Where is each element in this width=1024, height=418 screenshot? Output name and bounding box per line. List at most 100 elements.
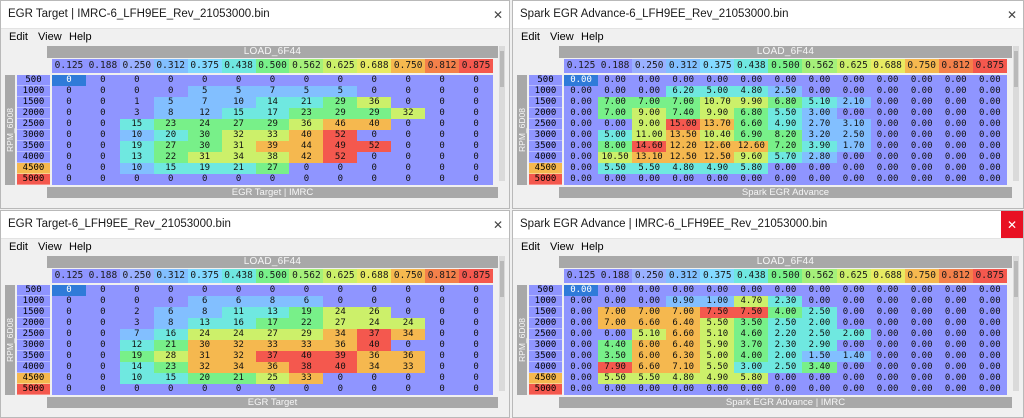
table-cell[interactable]: 0 bbox=[391, 174, 426, 185]
table-cell[interactable]: 39 bbox=[255, 141, 290, 152]
table-cell[interactable]: 0.00 bbox=[836, 75, 871, 86]
table-cell[interactable]: 0 bbox=[85, 163, 120, 174]
table-cell[interactable]: 9.00 bbox=[632, 119, 667, 130]
table-cell[interactable]: 5.50 bbox=[768, 108, 803, 119]
table-cell[interactable]: 0.00 bbox=[938, 307, 973, 318]
table-cell[interactable]: 5.50 bbox=[632, 163, 667, 174]
table-cell[interactable]: 0 bbox=[425, 351, 460, 362]
table-cell[interactable]: 0 bbox=[255, 174, 290, 185]
table-cell[interactable]: 5.00 bbox=[700, 351, 735, 362]
table-cell[interactable]: 0.00 bbox=[904, 130, 939, 141]
y-axis-cell[interactable]: 1000 bbox=[17, 86, 50, 97]
table-cell[interactable]: 1.00 bbox=[700, 296, 735, 307]
table-cell[interactable]: 0 bbox=[85, 141, 120, 152]
x-axis-cell[interactable]: 0.375 bbox=[187, 269, 222, 283]
table-cell[interactable]: 52 bbox=[323, 130, 358, 141]
table-cell[interactable]: 0 bbox=[391, 97, 426, 108]
table-cell[interactable]: 0 bbox=[85, 340, 120, 351]
table-cell[interactable]: 0.00 bbox=[870, 75, 905, 86]
x-axis-cell[interactable]: 0.562 bbox=[289, 59, 324, 73]
y-axis-cell[interactable]: 4500 bbox=[17, 373, 50, 384]
table-cell[interactable]: 0.00 bbox=[836, 373, 871, 384]
table-cell[interactable]: 0 bbox=[119, 285, 154, 296]
y-axis-cell[interactable]: 1500 bbox=[529, 97, 562, 108]
y-axis-cell[interactable]: 4500 bbox=[529, 163, 562, 174]
table-cell[interactable]: 5.50 bbox=[700, 362, 735, 373]
table-cell[interactable]: 0.00 bbox=[972, 362, 1007, 373]
table-cell[interactable]: 0 bbox=[459, 97, 493, 108]
x-axis-cell[interactable]: 0.625 bbox=[836, 59, 871, 73]
table-cell[interactable]: 33 bbox=[289, 340, 324, 351]
table-cell[interactable]: 0.00 bbox=[904, 329, 939, 340]
table-cell[interactable]: 0 bbox=[459, 174, 493, 185]
scrollbar[interactable] bbox=[1013, 46, 1019, 181]
table-cell[interactable]: 0.00 bbox=[870, 318, 905, 329]
table-cell[interactable]: 0 bbox=[459, 296, 493, 307]
table-cell[interactable]: 0.00 bbox=[836, 384, 871, 395]
x-axis-cell[interactable]: 0.750 bbox=[391, 269, 426, 283]
x-axis-cell[interactable]: 0.500 bbox=[768, 59, 803, 73]
y-axis-cell[interactable]: 3000 bbox=[17, 340, 50, 351]
table-cell[interactable]: 0.00 bbox=[870, 86, 905, 97]
table-cell[interactable]: 0.00 bbox=[938, 86, 973, 97]
table-cell[interactable]: 0 bbox=[425, 307, 460, 318]
table-cell[interactable]: 0 bbox=[221, 174, 256, 185]
table-cell[interactable]: 12 bbox=[119, 340, 154, 351]
table-cell[interactable]: 16 bbox=[153, 329, 188, 340]
table-cell[interactable]: 0 bbox=[85, 97, 120, 108]
table-cell[interactable]: 2.30 bbox=[768, 340, 803, 351]
x-axis-cell[interactable]: 0.562 bbox=[802, 269, 837, 283]
table-cell[interactable]: 7 bbox=[255, 86, 290, 97]
x-axis-cell[interactable]: 0.562 bbox=[802, 59, 837, 73]
table-cell[interactable]: 0.00 bbox=[904, 307, 939, 318]
table-cell[interactable]: 19 bbox=[289, 307, 324, 318]
table-cell[interactable]: 13.70 bbox=[700, 119, 735, 130]
table-cell[interactable]: 0 bbox=[391, 152, 426, 163]
table-cell[interactable]: 0 bbox=[425, 384, 460, 395]
table-cell[interactable]: 6.40 bbox=[666, 340, 701, 351]
table-cell[interactable]: 0.00 bbox=[972, 307, 1007, 318]
table-cell[interactable]: 0.00 bbox=[632, 384, 667, 395]
table-cell[interactable]: 4.90 bbox=[768, 119, 803, 130]
table-cell[interactable]: 5.10 bbox=[632, 329, 667, 340]
table-cell[interactable]: 0 bbox=[425, 119, 460, 130]
scrollbar[interactable] bbox=[499, 256, 505, 391]
table-cell[interactable]: 10.70 bbox=[700, 97, 735, 108]
x-axis-cell[interactable]: 0.562 bbox=[289, 269, 324, 283]
table-cell[interactable]: 0.00 bbox=[938, 362, 973, 373]
table-cell[interactable]: 5 bbox=[323, 86, 358, 97]
x-axis-cell[interactable]: 0.312 bbox=[153, 269, 188, 283]
y-axis-cell[interactable]: 5000 bbox=[529, 174, 562, 185]
table-cell[interactable]: 2.50 bbox=[768, 86, 803, 97]
table-cell[interactable]: 6 bbox=[153, 307, 188, 318]
table-cell[interactable]: 0.00 bbox=[564, 307, 599, 318]
table-cell[interactable]: 0 bbox=[85, 362, 120, 373]
table-cell[interactable]: 0.00 bbox=[598, 384, 633, 395]
table-cell[interactable]: 0 bbox=[221, 384, 256, 395]
table-cell[interactable]: 0.00 bbox=[870, 296, 905, 307]
table-cell[interactable]: 38 bbox=[289, 362, 324, 373]
table-cell[interactable]: 5.50 bbox=[598, 373, 633, 384]
table-cell[interactable]: 0 bbox=[425, 108, 460, 119]
table-cell[interactable]: 0.00 bbox=[564, 108, 599, 119]
table-cell[interactable]: 28 bbox=[153, 351, 188, 362]
table-cell[interactable]: 0 bbox=[52, 373, 86, 384]
table-cell[interactable]: 13.10 bbox=[632, 152, 667, 163]
table-cell[interactable]: 0.00 bbox=[802, 75, 837, 86]
table-cell[interactable]: 0 bbox=[425, 152, 460, 163]
table-cell[interactable]: 0 bbox=[153, 75, 188, 86]
table-cell[interactable]: 3.00 bbox=[802, 108, 837, 119]
table-cell[interactable]: 0 bbox=[391, 373, 426, 384]
table-cell[interactable]: 0.00 bbox=[904, 152, 939, 163]
table-cell[interactable]: 0 bbox=[119, 296, 154, 307]
table-cell[interactable]: 0 bbox=[391, 340, 426, 351]
table-cell[interactable]: 6.60 bbox=[666, 329, 701, 340]
table-cell[interactable]: 8.00 bbox=[598, 141, 633, 152]
table-cell[interactable]: 4.70 bbox=[734, 296, 769, 307]
table-cell[interactable]: 0 bbox=[52, 340, 86, 351]
table-cell[interactable]: 27 bbox=[255, 163, 290, 174]
table-cell[interactable]: 0.00 bbox=[972, 75, 1007, 86]
table-cell[interactable]: 0.00 bbox=[564, 119, 599, 130]
table-cell[interactable]: 0 bbox=[85, 351, 120, 362]
y-axis-cell[interactable]: 4000 bbox=[17, 152, 50, 163]
